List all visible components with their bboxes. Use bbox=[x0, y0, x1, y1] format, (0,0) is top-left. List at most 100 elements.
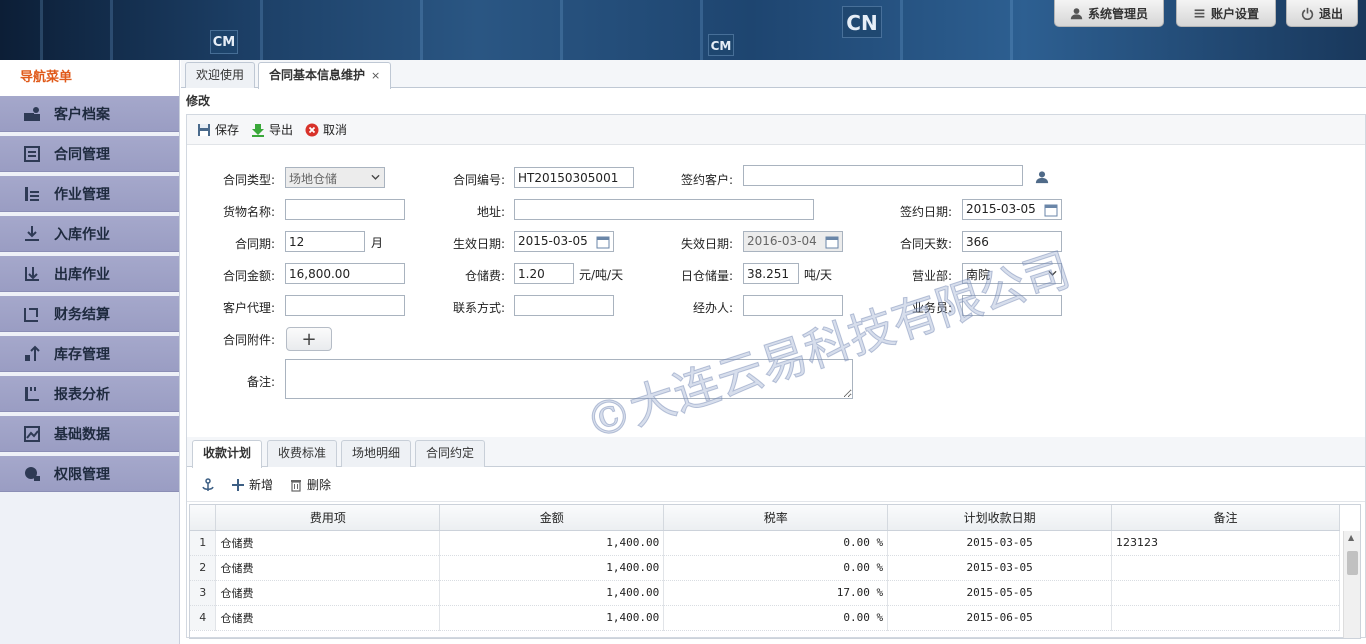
amount-cell[interactable]: 1,400.00 bbox=[439, 580, 665, 606]
sidebar-item-contract[interactable]: 合同管理 bbox=[0, 136, 179, 172]
sidebar-item-label: 权限管理 bbox=[54, 466, 110, 483]
fee-item-cell[interactable]: 仓储费 bbox=[215, 605, 441, 631]
column-header[interactable]: 金额 bbox=[439, 505, 665, 531]
logout-button[interactable]: 退出 bbox=[1286, 0, 1358, 27]
customer-field[interactable] bbox=[743, 165, 1023, 186]
note-cell[interactable] bbox=[1111, 580, 1340, 606]
branch-select[interactable]: 南院 bbox=[962, 263, 1062, 284]
fee-item-cell[interactable]: 仓储费 bbox=[215, 580, 441, 606]
calendar-icon[interactable] bbox=[825, 235, 839, 249]
sidebar-item-basedata[interactable]: 基础数据 bbox=[0, 416, 179, 452]
cancel-button[interactable]: 取消 bbox=[305, 121, 347, 138]
subtab-payment-plan[interactable]: 收款计划 bbox=[192, 440, 263, 468]
payment-grid: 费用项 金额 税率 计划收款日期 备注 1 仓储费 1,400.00 0.00 … bbox=[189, 504, 1361, 639]
table-row[interactable]: 4 仓储费 1,400.00 0.00 % 2015-06-05 bbox=[190, 605, 1340, 631]
sidebar-item-outbound[interactable]: 出库作业 bbox=[0, 256, 179, 292]
anchor-button[interactable] bbox=[201, 477, 215, 492]
sidebar-item-label: 合同管理 bbox=[54, 146, 110, 163]
table-row[interactable]: 1 仓储费 1,400.00 0.00 % 2015-03-05 123123 bbox=[190, 530, 1340, 556]
banner-mark: CM bbox=[210, 30, 238, 54]
delete-row-button[interactable]: 删除 bbox=[289, 476, 331, 493]
column-header[interactable]: 费用项 bbox=[215, 505, 441, 531]
subtab-agreement[interactable]: 合同约定 bbox=[415, 440, 486, 467]
salesman-field[interactable] bbox=[962, 295, 1062, 316]
sidebar-item-customer[interactable]: 客户档案 bbox=[0, 96, 179, 132]
tax-cell[interactable]: 0.00 % bbox=[663, 555, 889, 581]
account-settings-button[interactable]: 账户设置 bbox=[1176, 0, 1276, 27]
save-button[interactable]: 保存 bbox=[197, 121, 239, 138]
contract-type-select[interactable]: 场地仓储 bbox=[285, 167, 385, 188]
header-banner: CN CM CM 系统管理员 账户设置 退出 bbox=[0, 0, 1366, 60]
add-row-button[interactable]: 新增 bbox=[231, 476, 273, 493]
sidebar-item-inbound[interactable]: 入库作业 bbox=[0, 216, 179, 252]
agent-field[interactable] bbox=[285, 295, 405, 316]
plus-icon bbox=[232, 478, 244, 491]
subtab-fee-standard[interactable]: 收费标准 bbox=[267, 440, 338, 467]
goods-field[interactable] bbox=[285, 199, 405, 220]
note-cell[interactable]: 123123 bbox=[1111, 530, 1340, 556]
amount-cell[interactable]: 1,400.00 bbox=[439, 605, 665, 631]
grid-scrollbar[interactable]: ▲ bbox=[1343, 531, 1360, 638]
address-field[interactable] bbox=[514, 199, 814, 220]
column-header[interactable]: 税率 bbox=[663, 505, 889, 531]
main-area: 欢迎使用 合同基本信息维护 × 修改 保存 导出 取消 合同类型: 场地仓储 合… bbox=[181, 60, 1366, 644]
amount-cell[interactable]: 1,400.00 bbox=[439, 530, 665, 556]
expire-date-field[interactable]: 2016-03-04 bbox=[743, 231, 843, 252]
fee-field[interactable] bbox=[514, 263, 574, 284]
add-attachment-button[interactable]: + bbox=[286, 327, 332, 351]
handler-field[interactable] bbox=[743, 295, 843, 316]
permission-icon bbox=[22, 465, 42, 483]
sidebar-item-operation[interactable]: 作业管理 bbox=[0, 176, 179, 212]
tab-welcome[interactable]: 欢迎使用 bbox=[185, 62, 256, 88]
sidebar-item-report[interactable]: 报表分析 bbox=[0, 376, 179, 412]
expire-date-value: 2016-03-04 bbox=[747, 234, 817, 248]
date-cell[interactable]: 2015-03-05 bbox=[887, 555, 1113, 581]
subtab-site-detail[interactable]: 场地明细 bbox=[341, 440, 412, 467]
payment-table: 费用项 金额 税率 计划收款日期 备注 1 仓储费 1,400.00 0.00 … bbox=[190, 505, 1340, 631]
scroll-thumb[interactable] bbox=[1347, 551, 1358, 575]
user-button[interactable]: 系统管理员 bbox=[1054, 0, 1164, 27]
date-cell[interactable]: 2015-05-05 bbox=[887, 580, 1113, 606]
contract-no-field[interactable] bbox=[514, 167, 634, 188]
settings-icon bbox=[1194, 8, 1205, 18]
contract-type-value: 场地仓储 bbox=[289, 172, 338, 186]
fee-item-cell[interactable]: 仓储费 bbox=[215, 530, 441, 556]
period-field[interactable] bbox=[285, 231, 365, 252]
agent-label: 客户代理: bbox=[222, 301, 275, 315]
user-picker-icon[interactable] bbox=[1035, 170, 1049, 184]
effective-date-field[interactable]: 2015-03-05 bbox=[514, 231, 614, 252]
contact-field[interactable] bbox=[514, 295, 614, 316]
sidebar-item-permission[interactable]: 权限管理 bbox=[0, 456, 179, 492]
fee-item-cell[interactable]: 仓储费 bbox=[215, 555, 441, 581]
goods-label: 货物名称: bbox=[222, 205, 275, 219]
sidebar-item-finance[interactable]: 财务结算 bbox=[0, 296, 179, 332]
column-header[interactable]: 计划收款日期 bbox=[887, 505, 1113, 531]
table-row[interactable]: 3 仓储费 1,400.00 17.00 % 2015-05-05 bbox=[190, 580, 1340, 606]
column-header[interactable]: 备注 bbox=[1111, 505, 1340, 531]
tax-cell[interactable]: 17.00 % bbox=[663, 580, 889, 606]
days-field[interactable] bbox=[962, 231, 1062, 252]
table-row[interactable]: 2 仓储费 1,400.00 0.00 % 2015-03-05 bbox=[190, 555, 1340, 581]
scroll-up-icon[interactable]: ▲ bbox=[1348, 533, 1354, 542]
amount-field[interactable] bbox=[285, 263, 405, 284]
chevron-down-icon bbox=[1048, 270, 1057, 276]
export-button[interactable]: 导出 bbox=[251, 121, 293, 138]
amount-cell[interactable]: 1,400.00 bbox=[439, 555, 665, 581]
tax-cell[interactable]: 0.00 % bbox=[663, 530, 889, 556]
tab-bar: 欢迎使用 合同基本信息维护 × bbox=[181, 60, 1366, 89]
tax-cell[interactable]: 0.00 % bbox=[663, 605, 889, 631]
remark-field[interactable] bbox=[285, 359, 853, 399]
daily-field[interactable] bbox=[743, 263, 799, 284]
user-icon bbox=[1070, 7, 1083, 19]
date-cell[interactable]: 2015-06-05 bbox=[887, 605, 1113, 631]
note-cell[interactable] bbox=[1111, 555, 1340, 581]
calendar-icon[interactable] bbox=[1044, 203, 1058, 217]
sidebar-item-inventory[interactable]: 库存管理 bbox=[0, 336, 179, 372]
sign-date-field[interactable]: 2015-03-05 bbox=[962, 199, 1062, 220]
inbound-icon bbox=[22, 225, 42, 243]
calendar-icon[interactable] bbox=[596, 235, 610, 249]
tab-contract-info[interactable]: 合同基本信息维护 × bbox=[258, 62, 392, 89]
close-icon[interactable]: × bbox=[371, 69, 380, 82]
note-cell[interactable] bbox=[1111, 605, 1340, 631]
date-cell[interactable]: 2015-03-05 bbox=[887, 530, 1113, 556]
